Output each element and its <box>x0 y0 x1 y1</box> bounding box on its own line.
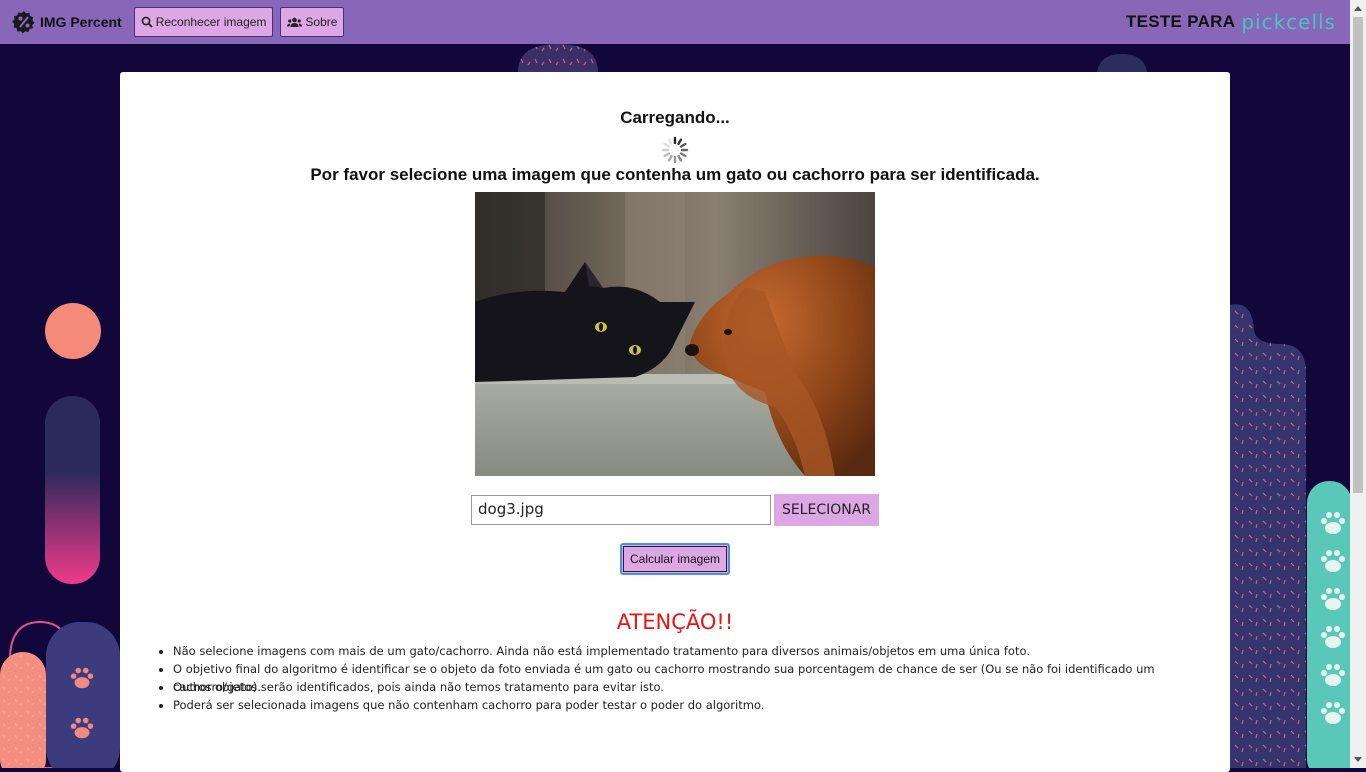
paw-icon <box>70 717 94 739</box>
paw-column-right <box>1318 508 1348 736</box>
select-file-button[interactable]: SELECIONAR <box>774 494 879 526</box>
list-item: Poderá ser selecionada imagens que não c… <box>173 696 1223 714</box>
notes-list: Não selecione imagens com mais de um gat… <box>153 642 1223 714</box>
loading-text: Carregando... <box>620 108 730 127</box>
paw-icon <box>70 667 94 689</box>
paw-icon <box>1321 550 1345 572</box>
list-item: O objetivo final do algoritmo é identifi… <box>173 660 1223 694</box>
search-icon <box>141 16 153 28</box>
top-navbar: IMG Percent Reconhecer imagem Sobre TEST… <box>0 0 1350 44</box>
recognize-image-button[interactable]: Reconhecer imagem <box>133 7 274 37</box>
brand-link[interactable]: IMG Percent <box>12 10 122 34</box>
paw-icon <box>1321 588 1345 610</box>
paw-icon <box>1321 664 1345 686</box>
sponsor-prefix: TESTE PARA <box>1125 12 1236 31</box>
calculate-image-button[interactable]: Calcular imagem <box>620 543 730 575</box>
preview-image <box>475 192 875 476</box>
about-label: Sobre <box>305 15 338 29</box>
file-name-field[interactable]: dog3.jpg <box>471 495 771 525</box>
scroll-down-arrow-icon[interactable] <box>1350 751 1366 768</box>
paw-icon <box>1321 512 1345 534</box>
users-icon <box>287 17 303 27</box>
main-card: Carregando... Por favor selecione uma im… <box>120 72 1230 772</box>
list-item: Não selecione imagens com mais de um gat… <box>173 642 1223 660</box>
loading-spinner-icon <box>661 136 689 164</box>
brand-name: IMG Percent <box>40 14 122 30</box>
paw-icon <box>1321 626 1345 648</box>
recognize-image-label: Reconhecer imagem <box>155 15 267 29</box>
scrollbar-thumb[interactable] <box>1353 17 1363 493</box>
attention-heading: ATENÇÃO!! <box>616 610 734 634</box>
list-item: Outros objetos serão identificados, pois… <box>173 678 1223 696</box>
scroll-up-arrow-icon[interactable] <box>1350 0 1366 17</box>
paw-column-left <box>68 664 98 742</box>
about-button[interactable]: Sobre <box>280 7 345 37</box>
vertical-scrollbar[interactable] <box>1350 0 1366 768</box>
percent-badge-icon <box>12 11 35 34</box>
sponsor-banner: TESTE PARA pickcells <box>1126 0 1336 44</box>
instruction-text: Por favor selecione uma imagem que conte… <box>310 165 1040 184</box>
pickcells-logo: pickcells <box>1241 10 1336 34</box>
paw-icon <box>1321 702 1345 724</box>
